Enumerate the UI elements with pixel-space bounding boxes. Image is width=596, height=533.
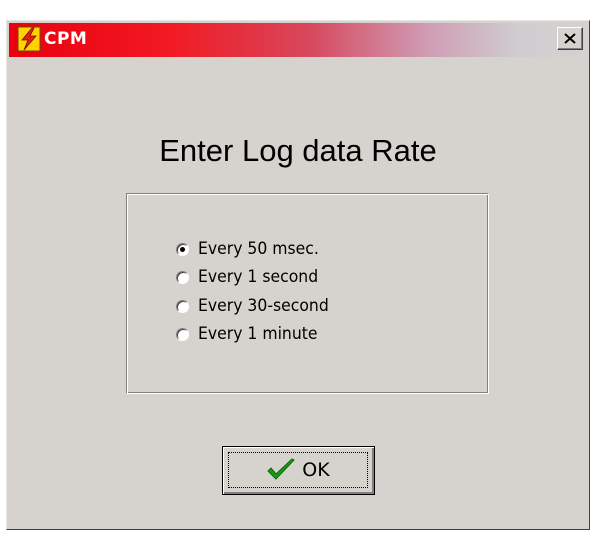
title-bar[interactable]: CPM (9, 23, 587, 57)
radio-label: Every 1 minute (198, 324, 318, 344)
radio-option-1minute[interactable]: Every 1 minute (176, 322, 328, 346)
close-button[interactable] (557, 27, 583, 50)
radio-option-50msec[interactable]: Every 50 msec. (176, 237, 329, 261)
radio-button[interactable] (176, 270, 189, 284)
rate-options-group: Every 50 msec. Every 1 second Every 30-s… (126, 193, 489, 394)
ok-button-label: OK (302, 459, 330, 481)
lightning-bolt-icon (17, 26, 41, 52)
radio-option-1second[interactable]: Every 1 second (176, 265, 329, 289)
radio-option-30second[interactable]: Every 30-second (176, 294, 340, 318)
checkmark-icon (267, 458, 296, 480)
close-icon (564, 33, 576, 44)
window-title: CPM (44, 29, 88, 49)
radio-label: Every 30-second (198, 296, 329, 316)
radio-selected-dot (180, 246, 185, 252)
ok-button[interactable]: OK (222, 446, 375, 495)
radio-button[interactable] (176, 242, 189, 256)
dialog-window: CPM Enter Log data Rate Every 50 msec. E… (6, 20, 590, 530)
radio-button[interactable] (176, 299, 189, 313)
radio-button[interactable] (176, 327, 189, 341)
radio-label: Every 50 msec. (198, 239, 319, 259)
dialog-heading: Enter Log data Rate (159, 133, 437, 168)
radio-label: Every 1 second (198, 267, 319, 287)
focus-rectangle: OK (228, 452, 368, 488)
